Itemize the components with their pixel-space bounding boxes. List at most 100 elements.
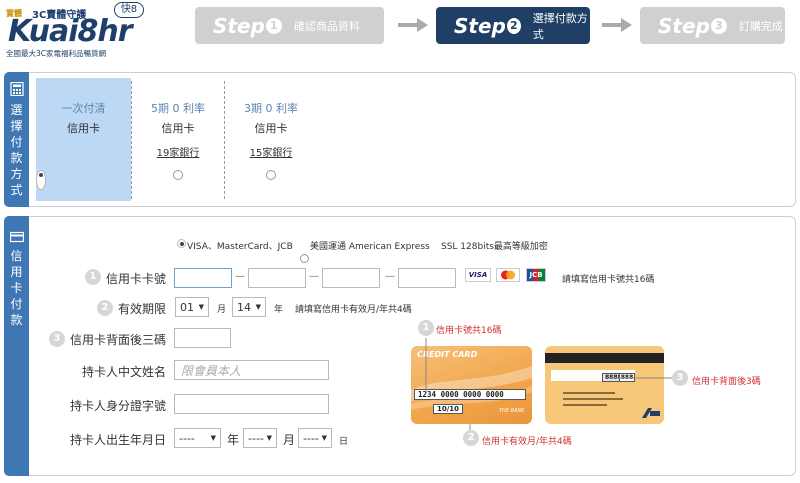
id-label: 持卡人身分證字號 [70, 399, 167, 413]
option-3-installments-title: 3期 0 利率 [244, 102, 298, 115]
step-number-1: 1 [85, 269, 101, 285]
site-logo[interactable]: 實體 3C賣體守護 Kuai8hr 快8 全國最大3C家電福利品暢貨網 [6, 2, 156, 60]
mastercard-logo-icon [496, 268, 520, 282]
card-number-part-1[interactable] [174, 268, 232, 288]
step-1-word: Step [213, 13, 265, 38]
card-number-part-4[interactable] [398, 268, 456, 288]
callout-3-number: 3 [672, 370, 688, 386]
cvv-input[interactable] [174, 328, 231, 348]
sidebar-char: 付 [10, 135, 23, 149]
separator: — [309, 271, 319, 282]
separator: — [235, 271, 245, 282]
id-input[interactable] [174, 394, 329, 414]
expiry-month-unit: 月 [217, 305, 227, 315]
sidebar-char: 卡 [10, 281, 23, 295]
amex-label: 美國運通 American Express [310, 242, 430, 252]
dob-year-value: ---- [179, 431, 195, 445]
credit-card-sidebar: 信 用 卡 付 款 [4, 216, 29, 476]
credit-card-sidebar-label: 信 用 卡 付 款 [4, 248, 29, 328]
visa-logo-icon: VISA [465, 268, 491, 282]
dob-year-select[interactable]: ---- ▼ [174, 428, 221, 448]
calculator-icon [10, 82, 24, 96]
step-2-label: 選擇付款方式 [532, 11, 588, 41]
dob-year-unit: 年 [227, 433, 240, 447]
expiry-year-unit: 年 [274, 305, 284, 315]
expiry-month-select[interactable]: 01 ▼ [175, 297, 209, 317]
expiry-year-value: 14 [237, 300, 251, 314]
dob-label: 持卡人出生年月日 [70, 433, 167, 447]
dob-month-value: ---- [248, 431, 264, 445]
option-lump-sum-banks [36, 144, 131, 170]
expiry-hint: 請填寫信用卡有效月/年共4碼 [295, 305, 412, 315]
callout-card-number: 信用卡號共16碼 [436, 326, 502, 336]
option-5-installments-title: 5期 0 利率 [151, 102, 205, 115]
option-3-installments[interactable]: 3期 0 利率 信用卡 15家銀行 [225, 78, 317, 201]
sidebar-char: 方 [10, 167, 23, 181]
cvv-label: 信用卡背面後三碼 [70, 333, 167, 347]
sidebar-char: 用 [10, 265, 23, 279]
sidebar-char: 付 [10, 297, 23, 311]
sidebar-char: 款 [10, 313, 23, 327]
ssl-note: SSL 128bits最高等級加密 [441, 242, 548, 252]
visa-mc-jcb-label: VISA、MasterCard、JCB [187, 242, 293, 252]
sidebar-char: 款 [10, 151, 23, 165]
separator: — [385, 271, 395, 282]
chevron-down-icon: ▼ [321, 434, 327, 442]
dob-day-unit: 日 [339, 437, 349, 447]
callout-expiry: 信用卡有效月/年共4碼 [482, 437, 572, 447]
step-1: Step 1 確認商品資料 [195, 7, 384, 44]
option-3-installments-type: 信用卡 [254, 122, 288, 135]
arrow-right-icon [398, 18, 428, 32]
expiry-label: 有效期限 [118, 302, 167, 316]
callout-1-number: 1 [418, 320, 434, 336]
payment-method-sidebar-label: 選 擇 付 款 方 式 [4, 102, 29, 198]
logo-badge: 快8 [114, 2, 144, 18]
step-3-number: 3 [710, 17, 727, 34]
card-number-part-3[interactable] [322, 268, 380, 288]
option-5-installments-banks[interactable]: 19家銀行 [132, 144, 224, 170]
callout-cvv: 信用卡背面後3碼 [692, 377, 761, 387]
chevron-down-icon: ▼ [198, 303, 204, 311]
step-3-word: Step [658, 13, 710, 38]
option-lump-sum-radio[interactable] [36, 170, 46, 190]
card-number-part-2[interactable] [248, 268, 306, 288]
dob-day-select[interactable]: ---- ▼ [298, 428, 332, 448]
callout-2-number: 2 [463, 430, 479, 446]
sidebar-char: 信 [10, 249, 23, 263]
option-lump-sum[interactable]: 一次付清 信用卡 [36, 78, 131, 201]
option-3-installments-banks[interactable]: 15家銀行 [225, 144, 317, 170]
option-5-installments-radio[interactable] [173, 170, 183, 180]
payment-method-panel: 選 擇 付 款 方 式 一次付清 信用卡 5期 0 利率 信用卡 19家銀行 3… [4, 72, 796, 207]
payment-method-sidebar: 選 擇 付 款 方 式 [4, 72, 29, 207]
option-5-installments[interactable]: 5期 0 利率 信用卡 19家銀行 [132, 78, 224, 201]
chevron-down-icon: ▼ [266, 434, 272, 442]
dob-month-select[interactable]: ---- ▼ [243, 428, 277, 448]
option-lump-sum-type: 信用卡 [67, 122, 100, 135]
name-label: 持卡人中文姓名 [82, 365, 167, 379]
expiry-month-value: 01 [180, 300, 194, 314]
option-3-installments-radio[interactable] [266, 170, 276, 180]
logo-brand: Kuai8hr [8, 14, 133, 49]
jcb-logo-icon: JCB [526, 268, 546, 282]
step-number-2: 2 [97, 300, 113, 316]
dob-day-value: ---- [303, 431, 319, 445]
arrow-right-icon [602, 18, 632, 32]
chevron-down-icon: ▼ [210, 434, 216, 442]
chevron-down-icon: ▼ [255, 303, 261, 311]
step-1-label: 確認商品資料 [293, 19, 360, 33]
step-number-3: 3 [49, 331, 65, 347]
callout-leader-lines [425, 338, 672, 430]
visa-mc-jcb-radio[interactable] [177, 239, 186, 248]
step-2: Step 2 選擇付款方式 [436, 7, 590, 44]
sidebar-char: 選 [10, 103, 23, 117]
credit-card-icon [10, 231, 24, 243]
expiry-year-select[interactable]: 14 ▼ [232, 297, 266, 317]
dob-month-unit: 月 [283, 433, 296, 447]
card-number-label: 信用卡卡號 [106, 272, 167, 286]
step-2-number: 2 [506, 17, 521, 34]
amex-radio[interactable] [300, 254, 309, 263]
step-1-number: 1 [265, 17, 282, 34]
step-2-word: Step [454, 13, 506, 38]
name-input[interactable]: 限會員本人 [174, 360, 329, 380]
card-number-hint: 請填寫信用卡號共16碼 [562, 275, 655, 285]
